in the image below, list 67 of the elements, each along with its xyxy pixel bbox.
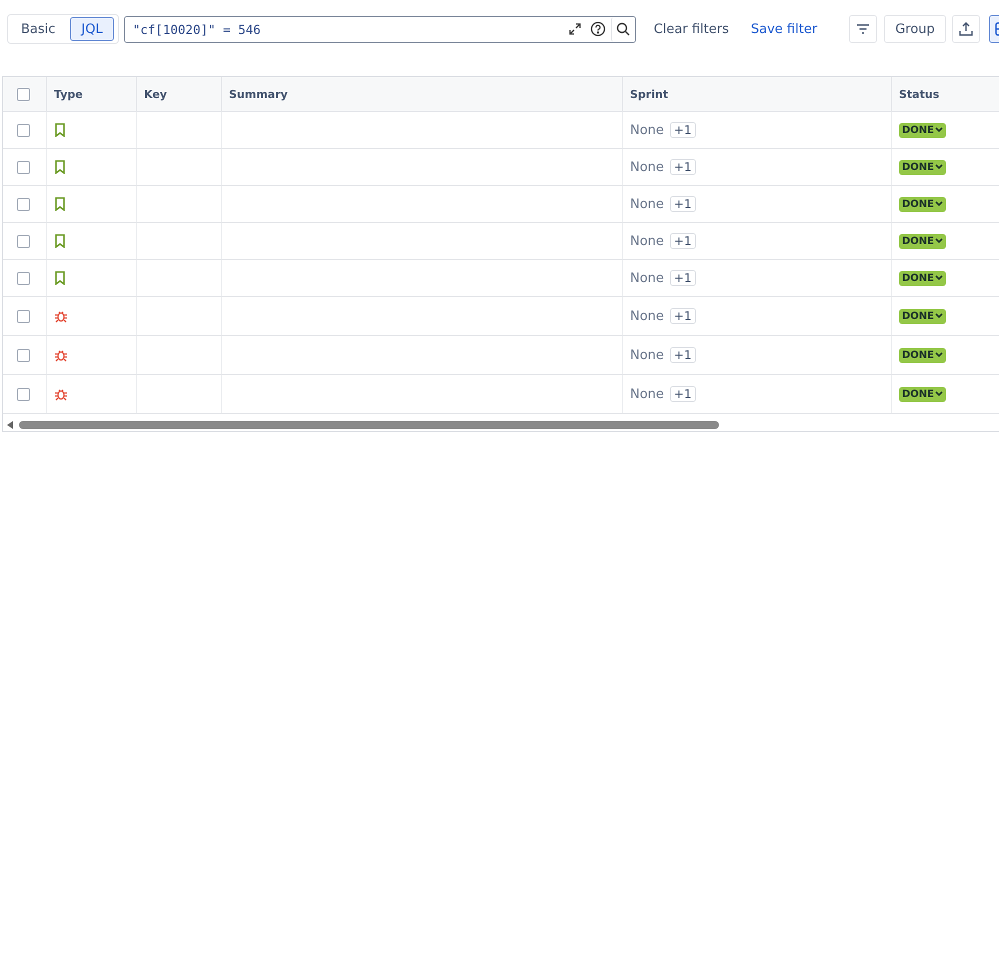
sprint-text: None (630, 160, 664, 174)
sprint-text: None (630, 122, 664, 138)
column-header[interactable]: Type (54, 88, 83, 100)
sprint-text: None (630, 308, 664, 324)
sprint-text: None (630, 386, 664, 402)
more-sprints-count[interactable]: +1 (670, 386, 696, 402)
bookmark-icon (54, 234, 66, 248)
mode-tab[interactable]: Basic (10, 17, 66, 41)
help-icon[interactable] (590, 21, 606, 37)
caret-icon (935, 127, 944, 133)
bookmark-icon (54, 160, 66, 174)
caret-icon (935, 201, 944, 207)
more-sprints-count[interactable]: +1 (670, 308, 696, 324)
clear-filters-button[interactable]: Clear filters (654, 22, 729, 36)
caret-icon (935, 313, 944, 319)
row-checkbox[interactable] (17, 160, 30, 174)
caret-icon (935, 238, 944, 244)
sprint-text: None (630, 196, 664, 212)
status-dropdown[interactable]: DONE (899, 270, 946, 286)
bug-icon (54, 309, 68, 323)
caret-icon (935, 352, 944, 358)
caret-icon (935, 164, 944, 170)
search-icon[interactable] (616, 22, 630, 36)
scroll-left-icon[interactable] (7, 421, 13, 429)
row-checkbox[interactable] (17, 124, 30, 136)
caret-icon (935, 275, 944, 281)
status-dropdown[interactable]: DONE (899, 348, 946, 362)
bug-icon (54, 387, 68, 401)
column-header[interactable]: Sprint (630, 88, 668, 100)
more-sprints-count[interactable]: +1 (670, 159, 696, 175)
status-dropdown[interactable]: DONE (899, 122, 946, 138)
expand-icon[interactable] (568, 22, 582, 36)
bookmark-icon (54, 271, 66, 285)
row-checkbox[interactable] (17, 388, 30, 400)
sprint-text: None (630, 348, 664, 362)
export-icon[interactable] (952, 15, 980, 43)
bug-icon (54, 348, 68, 362)
mode-tab[interactable]: JQL (70, 17, 114, 41)
group-button[interactable]: Group (884, 15, 946, 43)
column-header[interactable]: Status (899, 88, 940, 100)
column-header[interactable]: Key (144, 88, 167, 100)
more-sprints-count[interactable]: +1 (670, 270, 696, 286)
more-sprints-count[interactable]: +1 (670, 347, 696, 363)
row-checkbox[interactable] (17, 198, 30, 210)
column-header[interactable]: Summary (229, 88, 288, 100)
more-sprints-count[interactable]: +1 (670, 233, 696, 249)
filter-icon[interactable] (849, 15, 878, 43)
row-checkbox[interactable] (17, 234, 30, 248)
status-dropdown[interactable]: DONE (899, 234, 946, 248)
status-dropdown[interactable]: DONE (899, 160, 946, 174)
sprint-text: None (630, 270, 664, 286)
status-dropdown[interactable]: DONE (899, 196, 946, 212)
status-dropdown[interactable]: DONE (899, 308, 946, 324)
bookmark-icon (54, 197, 66, 211)
sprint-text: None (630, 234, 664, 248)
more-sprints-count[interactable]: +1 (670, 122, 696, 138)
more-sprints-count[interactable]: +1 (670, 196, 696, 212)
query-field[interactable]: "cf[10020]" = 546 (124, 16, 636, 42)
row-checkbox[interactable] (17, 310, 30, 322)
status-dropdown[interactable]: DONE (899, 386, 946, 402)
caret-icon (935, 391, 944, 397)
row-checkbox[interactable] (17, 348, 30, 362)
select-all-checkbox[interactable] (17, 88, 30, 100)
save-filter-button[interactable]: Save filter (750, 22, 818, 36)
bookmark-icon (54, 123, 66, 137)
row-checkbox[interactable] (17, 272, 30, 284)
query-input[interactable]: "cf[10020]" = 546 (130, 20, 565, 38)
